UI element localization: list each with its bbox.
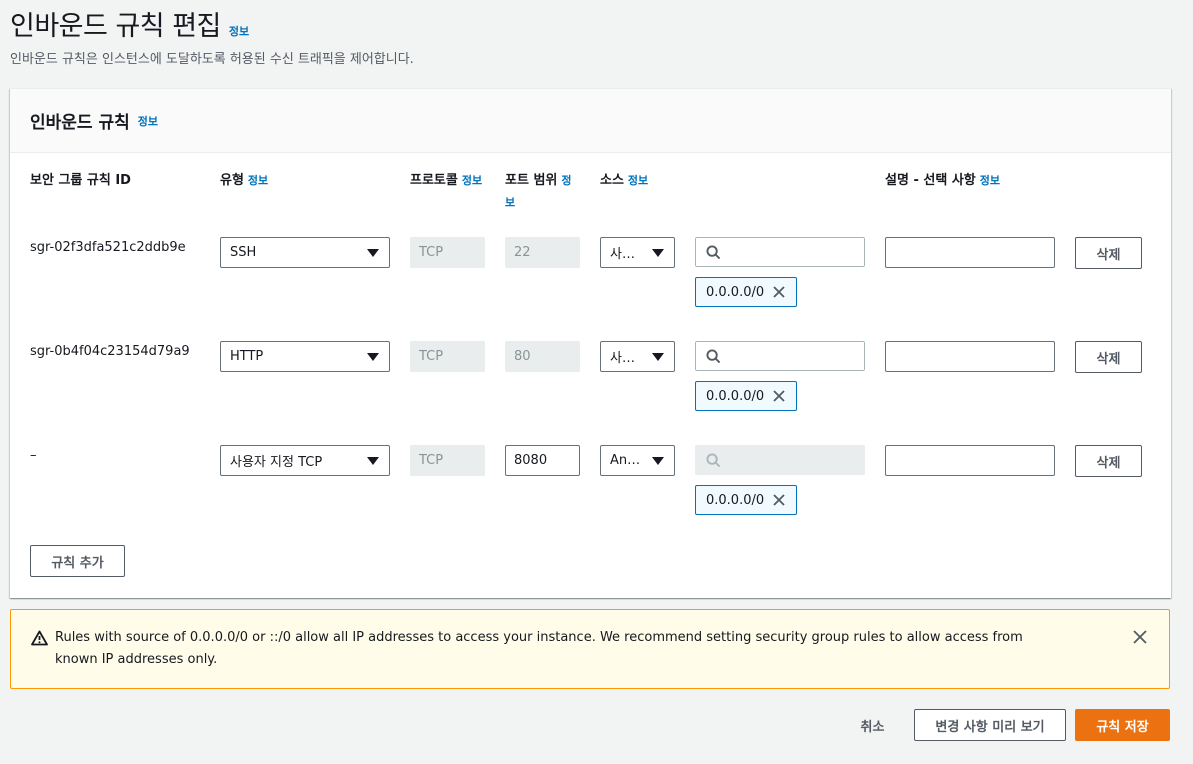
source-select[interactable]: An… bbox=[600, 445, 675, 476]
type-info-link[interactable]: 정보 bbox=[248, 174, 268, 187]
caret-down-icon bbox=[367, 457, 379, 465]
protocol-field: TCP bbox=[410, 445, 485, 476]
caret-down-icon bbox=[367, 353, 379, 361]
panel-title: 인바운드 규칙 bbox=[30, 113, 130, 133]
column-header-description: 설명 - 선택 사항 정보 bbox=[885, 173, 1000, 188]
search-icon bbox=[706, 244, 721, 259]
protocol-info-link[interactable]: 정보 bbox=[462, 174, 482, 187]
cidr-token: 0.0.0.0/0 bbox=[695, 277, 797, 307]
description-input[interactable] bbox=[885, 445, 1055, 476]
rule-id: – bbox=[30, 448, 37, 463]
column-header-protocol: 프로토콜 정보 bbox=[410, 173, 483, 188]
cidr-search-input[interactable] bbox=[695, 237, 865, 267]
panel-info-link[interactable]: 정보 bbox=[138, 113, 158, 129]
inbound-rules-panel: 인바운드 규칙 정보 보안 그룹 규칙 ID 유형 정보 프로토콜 정보 포트 범위… bbox=[10, 88, 1171, 598]
remove-token-icon[interactable] bbox=[772, 493, 786, 507]
caret-down-icon bbox=[652, 249, 664, 257]
search-icon bbox=[706, 452, 721, 467]
cidr-search-input bbox=[695, 445, 865, 475]
delete-rule-button[interactable]: 삭제 bbox=[1075, 341, 1142, 373]
warning-text: Rules with source of 0.0.0.0/0 or ::/0 a… bbox=[55, 630, 1023, 667]
description-input[interactable] bbox=[885, 237, 1055, 268]
page-description: 인바운드 규칙은 인스턴스에 도달하도록 허용된 수신 트래픽을 제어합니다. bbox=[10, 52, 414, 67]
source-select[interactable]: 사… bbox=[600, 237, 675, 268]
rule-id: sgr-02f3dfa521c2ddb9e bbox=[30, 240, 186, 255]
description-info-link[interactable]: 정보 bbox=[980, 174, 1000, 187]
page-title: 인바운드 규칙 편집 bbox=[10, 11, 221, 42]
preview-changes-button[interactable]: 변경 사항 미리 보기 bbox=[914, 709, 1066, 741]
add-rule-button[interactable]: 규칙 추가 bbox=[30, 545, 125, 577]
cidr-search-input[interactable] bbox=[695, 341, 865, 371]
column-header-port-range: 포트 범위 정 보 bbox=[505, 173, 572, 209]
remove-token-icon[interactable] bbox=[772, 389, 786, 403]
close-icon[interactable] bbox=[1133, 630, 1147, 644]
column-header-rule-id: 보안 그룹 규칙 ID bbox=[30, 173, 131, 188]
source-info-link[interactable]: 정보 bbox=[628, 174, 648, 187]
column-header-source: 소스 정보 bbox=[600, 173, 649, 188]
port-range-field: 22 bbox=[505, 237, 580, 268]
port-range-field: 80 bbox=[505, 341, 580, 372]
protocol-field: TCP bbox=[410, 341, 485, 372]
cancel-button[interactable]: 취소 bbox=[845, 709, 900, 741]
warning-icon bbox=[31, 630, 48, 646]
warning-alert: Rules with source of 0.0.0.0/0 or ::/0 a… bbox=[10, 609, 1170, 689]
type-select[interactable]: HTTP bbox=[220, 341, 390, 372]
type-select[interactable]: SSH bbox=[220, 237, 390, 268]
panel-header: 인바운드 규칙 정보 bbox=[10, 89, 1171, 153]
rule-id: sgr-0b4f04c23154d79a9 bbox=[30, 344, 190, 359]
description-input[interactable] bbox=[885, 341, 1055, 372]
protocol-field: TCP bbox=[410, 237, 485, 268]
cidr-token: 0.0.0.0/0 bbox=[695, 381, 797, 411]
remove-token-icon[interactable] bbox=[772, 285, 786, 299]
type-select[interactable]: 사용자 지정 TCP bbox=[220, 445, 390, 476]
save-rules-button[interactable]: 규칙 저장 bbox=[1075, 709, 1170, 741]
column-header-type: 유형 정보 bbox=[220, 173, 269, 188]
port-range-input[interactable] bbox=[505, 445, 580, 476]
delete-rule-button[interactable]: 삭제 bbox=[1075, 237, 1142, 269]
page-info-link[interactable]: 정보 bbox=[229, 23, 249, 39]
caret-down-icon bbox=[652, 353, 664, 361]
cidr-token: 0.0.0.0/0 bbox=[695, 485, 797, 515]
caret-down-icon bbox=[652, 457, 664, 465]
source-select[interactable]: 사… bbox=[600, 341, 675, 372]
page-header: 인바운드 규칙 편집 정보 bbox=[10, 4, 249, 43]
search-icon bbox=[706, 348, 721, 363]
caret-down-icon bbox=[367, 249, 379, 257]
delete-rule-button[interactable]: 삭제 bbox=[1075, 445, 1142, 477]
